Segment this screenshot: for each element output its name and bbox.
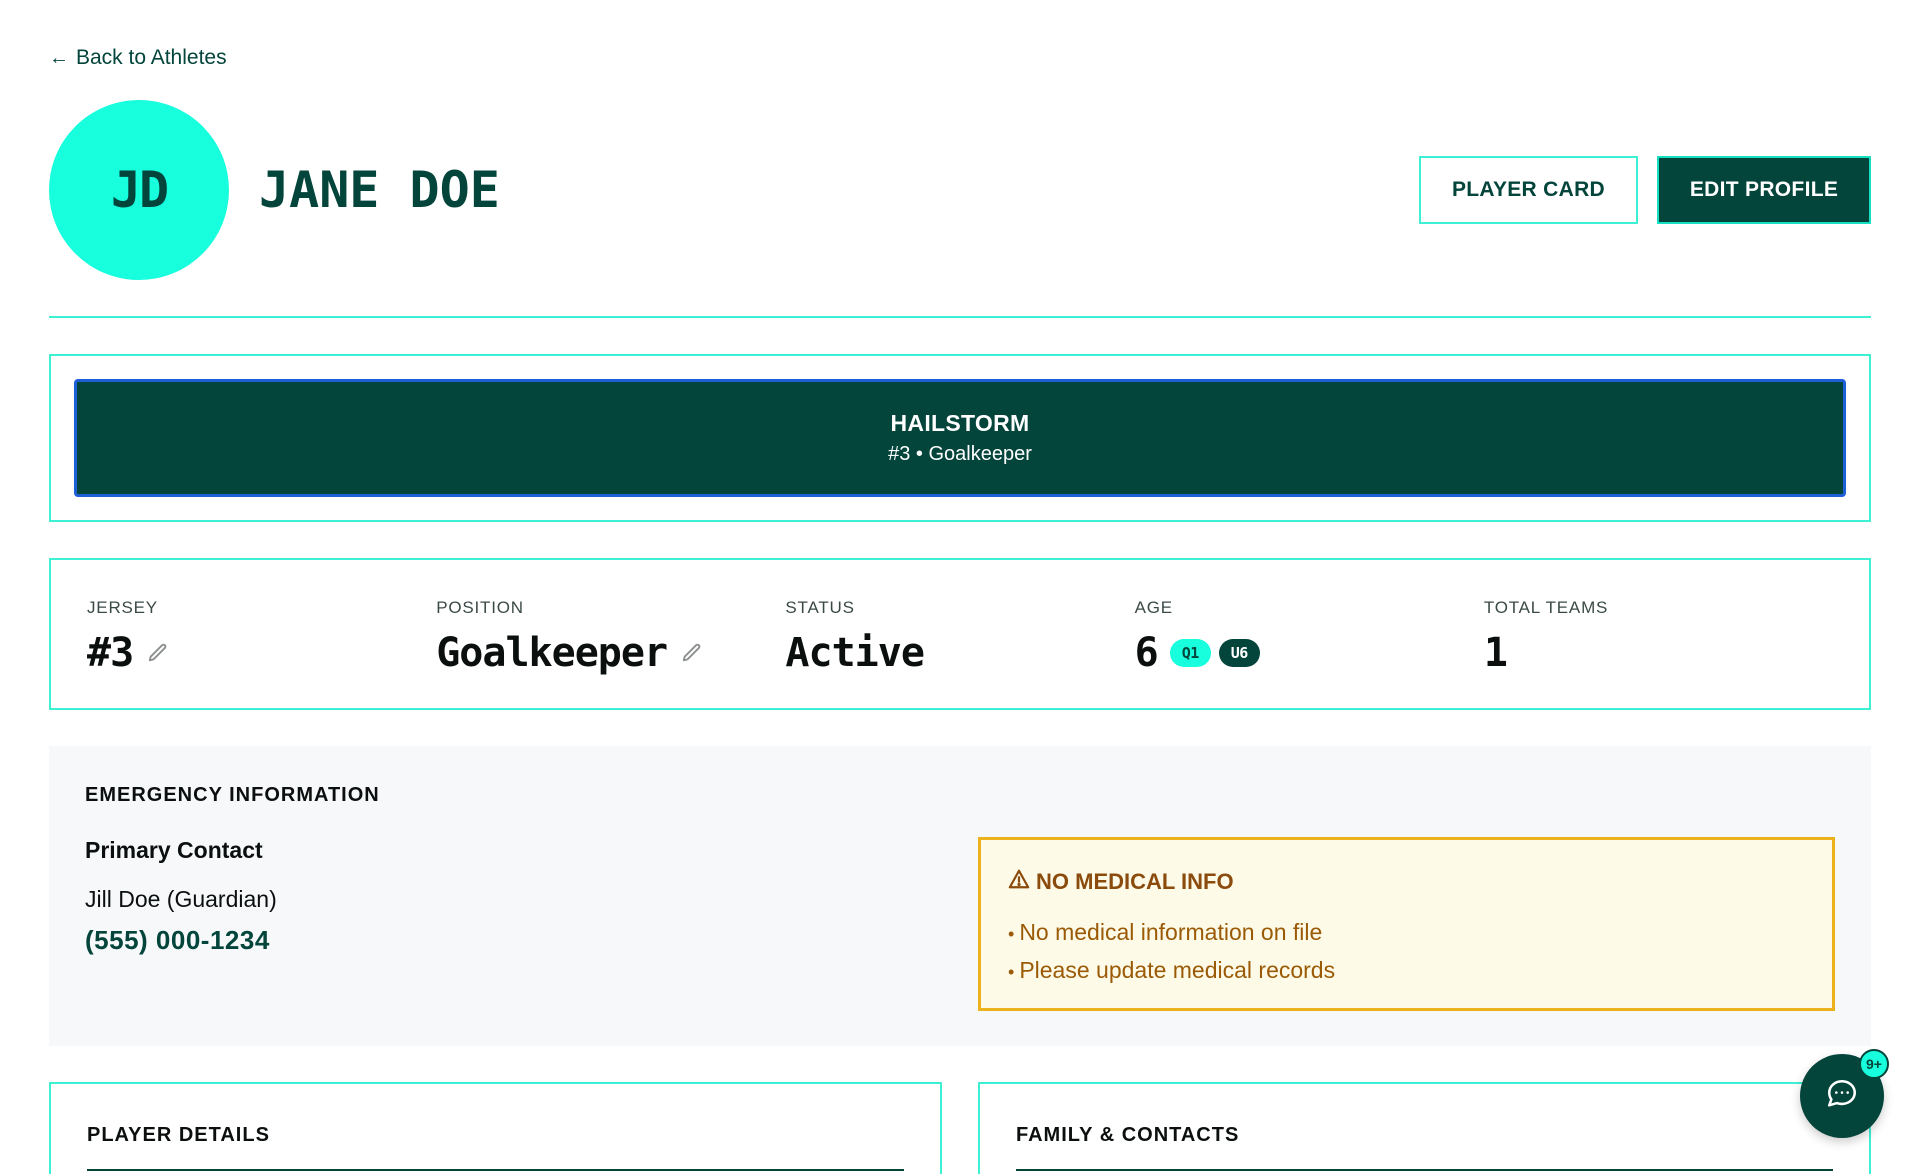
stat-value-row: 6 Q1 U6: [1135, 630, 1484, 676]
player-details-card: PLAYER DETAILS: [49, 1082, 942, 1174]
stats-card: JERSEY #3 POSITION Goalkeeper STATUS Act…: [49, 558, 1871, 710]
player-details-title: PLAYER DETAILS: [87, 1124, 904, 1171]
medical-title-text: NO MEDICAL INFO: [1036, 869, 1234, 894]
team-card: HAILSTORM #3 • Goalkeeper: [49, 354, 1871, 522]
stat-label: JERSEY: [87, 598, 158, 617]
arrow-left-icon: ←: [49, 46, 69, 69]
pencil-icon[interactable]: [681, 642, 703, 664]
stat-value-row: Goalkeeper: [436, 630, 785, 676]
list-item: No medical information on file: [1008, 914, 1805, 952]
stat-value-row: 1: [1484, 630, 1833, 676]
avatar: JD: [49, 100, 229, 280]
family-contacts-card: FAMILY & CONTACTS: [978, 1082, 1871, 1174]
medical-warning-title: NO MEDICAL INFO: [1008, 868, 1805, 896]
team-subtitle: #3 • Goalkeeper: [888, 443, 1032, 465]
team-banner[interactable]: HAILSTORM #3 • Goalkeeper: [74, 379, 1846, 497]
list-item: Please update medical records: [1008, 952, 1805, 990]
profile-header: JD JANE DOE PLAYER CARD EDIT PROFILE: [49, 100, 1871, 280]
age-value: 6: [1134, 630, 1159, 676]
pencil-icon[interactable]: [147, 642, 169, 664]
medical-warning-box: NO MEDICAL INFO No medical information o…: [978, 837, 1835, 1011]
stat-jersey: JERSEY #3: [87, 598, 436, 708]
back-to-athletes-link[interactable]: ← Back to Athletes: [49, 46, 227, 70]
age-group-badge: U6: [1218, 639, 1260, 667]
chat-icon: [1825, 1077, 1859, 1116]
player-card-button[interactable]: PLAYER CARD: [1419, 156, 1638, 224]
position-value: Goalkeeper: [436, 630, 668, 676]
stat-value-row: #3: [87, 630, 436, 676]
chat-notification-badge: 9+: [1859, 1049, 1889, 1079]
header-actions: PLAYER CARD EDIT PROFILE: [1419, 156, 1871, 224]
stat-total-teams: TOTAL TEAMS 1: [1484, 598, 1833, 708]
warning-icon: [1008, 868, 1030, 896]
jersey-value: #3: [87, 630, 134, 676]
stat-label: STATUS: [785, 598, 855, 617]
family-contacts-title: FAMILY & CONTACTS: [1016, 1124, 1833, 1171]
back-link-label: Back to Athletes: [76, 46, 227, 69]
stat-label: AGE: [1134, 598, 1173, 617]
header-divider: [49, 316, 1871, 318]
status-value: Active: [785, 630, 924, 676]
medical-list: No medical information on file Please up…: [1008, 914, 1805, 990]
stat-value-row: Active: [785, 630, 1134, 676]
team-name: HAILSTORM: [890, 410, 1030, 436]
stat-age: AGE 6 Q1 U6: [1135, 598, 1484, 708]
quarter-badge: Q1: [1169, 639, 1211, 667]
athlete-name: JANE DOE: [259, 161, 500, 219]
stat-position: POSITION Goalkeeper: [436, 598, 785, 708]
athlete-profile-page: ← Back to Athletes JD JANE DOE PLAYER CA…: [0, 0, 1920, 1174]
stat-label: POSITION: [436, 598, 524, 617]
emergency-section: EMERGENCY INFORMATION Primary Contact Ji…: [49, 746, 1871, 1046]
stat-status: STATUS Active: [785, 598, 1134, 708]
total-teams-value: 1: [1483, 630, 1508, 676]
stat-label: TOTAL TEAMS: [1483, 598, 1609, 617]
edit-profile-button[interactable]: EDIT PROFILE: [1657, 156, 1871, 224]
emergency-title: EMERGENCY INFORMATION: [85, 784, 380, 806]
